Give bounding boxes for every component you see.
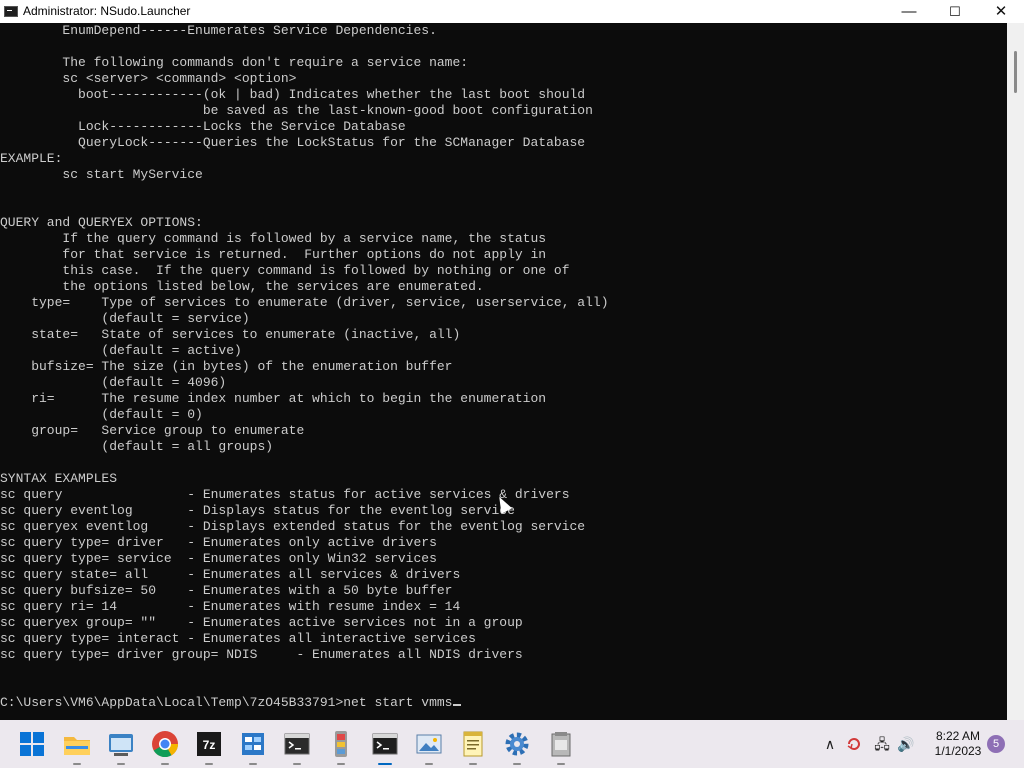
console-line: sc query type= driver - Enumerates only … [0, 535, 437, 550]
taskbar-nsudo[interactable] [325, 728, 357, 765]
console-line: this case. If the query command is follo… [0, 263, 570, 278]
console-line: state= State of services to enumerate (i… [0, 327, 461, 342]
taskbar-archive-tool[interactable] [545, 728, 577, 765]
taskbar-photo-viewer[interactable] [413, 728, 445, 765]
console-line: QueryLock-------Queries the LockStatus f… [0, 135, 586, 150]
taskbar-file-explorer[interactable] [61, 728, 93, 765]
console-line: the options listed below, the services a… [0, 279, 484, 294]
console-line: group= Service group to enumerate [0, 423, 305, 438]
console-line: sc start MyService [0, 167, 203, 182]
7zip-icon: 7z [197, 732, 221, 756]
active-window-indicator [378, 763, 392, 765]
taskbar-task-view[interactable] [105, 728, 137, 765]
console-line: (default = active) [0, 343, 242, 358]
clock-time: 8:22 AM [935, 729, 981, 743]
console-line: (default = all groups) [0, 439, 274, 454]
taskbar-terminal[interactable] [281, 728, 313, 765]
console-line: The following commands don't require a s… [0, 55, 469, 70]
console-line: (default = service) [0, 311, 250, 326]
console-line: EnumDepend------Enumerates Service Depen… [0, 23, 437, 38]
console-line: for that service is returned. Further op… [0, 247, 547, 262]
console-line: sc query ri= 14 - Enumerates with resume… [0, 599, 461, 614]
running-indicator [205, 763, 213, 765]
clock-date: 1/1/2023 [934, 744, 982, 758]
terminal-icon [284, 733, 310, 755]
running-indicator [469, 763, 477, 765]
maximize-button[interactable]: ☐ [932, 0, 978, 23]
volume-icon[interactable]: 🔊 [897, 735, 915, 753]
console-output[interactable]: EnumDepend------Enumerates Service Depen… [0, 23, 1007, 720]
chrome-icon [152, 731, 179, 758]
running-indicator [161, 763, 169, 765]
running-indicator [337, 763, 345, 765]
taskbar-7zip[interactable]: 7z [193, 728, 225, 765]
console-line: sc query state= all - Enumerates all ser… [0, 567, 461, 582]
vertical-scrollbar[interactable] [1007, 23, 1024, 720]
taskbar-clock[interactable]: 8:22 AM 1/1/2023 [928, 729, 988, 759]
console-line: sc query type= interact - Enumerates all… [0, 631, 476, 646]
taskbar-notepad[interactable] [457, 728, 489, 765]
console-line: sc query - Enumerates status for active … [0, 487, 570, 502]
console-line: C:\Users\VM6\AppData\Local\Temp\7zO45B33… [0, 695, 462, 711]
notification-count-badge[interactable]: 5 [987, 735, 1005, 753]
registry-editor-icon [242, 733, 264, 755]
taskbar-chrome[interactable] [149, 728, 181, 765]
running-indicator [73, 763, 81, 765]
running-indicator [249, 763, 257, 765]
nsudo-icon [335, 731, 347, 757]
console-line: sc queryex eventlog - Displays extended … [0, 519, 586, 534]
console-line: sc query type= service - Enumerates only… [0, 551, 437, 566]
text-cursor [453, 704, 462, 706]
taskbar-registry-editor[interactable] [237, 728, 269, 765]
start-button[interactable] [16, 728, 48, 760]
network-icon[interactable]: 🖧 [873, 735, 891, 753]
tray-overflow-chevron-icon[interactable]: ∧ [821, 735, 839, 753]
running-indicator [117, 763, 125, 765]
console-line: SYNTAX EXAMPLES [0, 471, 118, 486]
console-line: bufsize= The size (in bytes) of the enum… [0, 359, 453, 374]
console-window-icon [372, 733, 398, 755]
taskbar-settings[interactable] [501, 728, 533, 765]
start-icon [20, 732, 44, 756]
minimize-button[interactable]: — [886, 0, 932, 23]
console-line: ri= The resume index number at which to … [0, 391, 547, 406]
task-view-icon [109, 734, 133, 756]
running-indicator [513, 763, 521, 765]
scrollbar-thumb[interactable] [1014, 51, 1017, 93]
console-line: sc query type= driver group= NDIS - Enum… [0, 647, 523, 662]
tray-app-icon[interactable] [845, 735, 863, 753]
console-line: be saved as the last-known-good boot con… [0, 103, 593, 118]
running-indicator [425, 763, 433, 765]
running-indicator [293, 763, 301, 765]
console-line: sc query eventlog - Displays status for … [0, 503, 515, 518]
settings-gear-icon [505, 732, 529, 756]
window-titlebar[interactable]: Administrator: NSudo.Launcher — ☐ ✕ [0, 0, 1024, 23]
svg-text:7z: 7z [203, 738, 216, 752]
running-indicator [557, 763, 565, 765]
archive-tool-icon [551, 732, 571, 757]
console-line: sc <server> <command> <option> [0, 71, 297, 86]
console-line: Lock------------Locks the Service Databa… [0, 119, 406, 134]
close-button[interactable]: ✕ [978, 0, 1024, 23]
console-line: sc queryex group= "" - Enumerates active… [0, 615, 523, 630]
photo-viewer-icon [416, 734, 442, 754]
console-line: boot------------(ok | bad) Indicates whe… [0, 87, 586, 102]
console-line: EXAMPLE: [0, 151, 63, 166]
console-line: type= Type of services to enumerate (dri… [0, 295, 609, 310]
notepad-icon [463, 731, 483, 757]
console-line: sc query bufsize= 50 - Enumerates with a… [0, 583, 453, 598]
console-line: (default = 4096) [0, 375, 227, 390]
console-line: QUERY and QUERYEX OPTIONS: [0, 215, 203, 230]
console-line: (default = 0) [0, 407, 203, 422]
taskbar: 7z ∧ 🖧 🔊 8:22 AM 1/1/2023 [0, 720, 1024, 768]
window-title: Administrator: NSudo.Launcher [23, 4, 191, 18]
taskbar-console-window[interactable] [369, 728, 401, 765]
file-explorer-icon [64, 737, 90, 755]
console-app-icon [4, 6, 18, 17]
console-line: If the query command is followed by a se… [0, 231, 547, 246]
